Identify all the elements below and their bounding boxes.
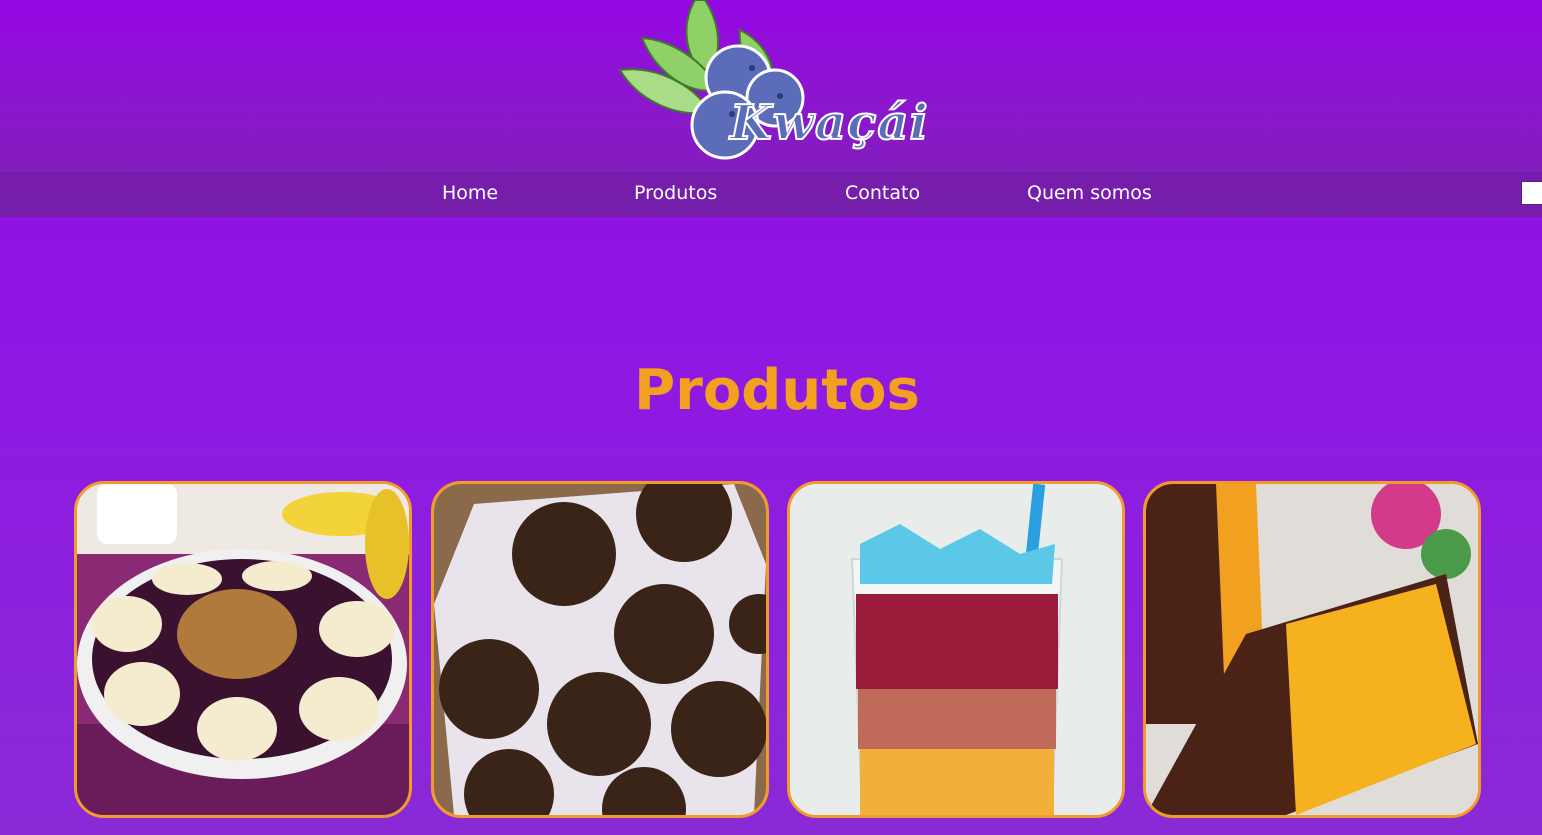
popsicles-image (1146, 484, 1478, 815)
section-title-produtos: Produtos (634, 358, 920, 423)
product-card-drink[interactable] (787, 481, 1125, 818)
brigadeiros-image (434, 484, 766, 815)
acai-bowl-image (77, 484, 409, 815)
nav-item-contato[interactable]: Contato (845, 182, 920, 204)
nav-item-quem-somos[interactable]: Quem somos (1027, 182, 1152, 204)
product-card-acai-bowl[interactable] (74, 481, 412, 818)
brand-logo[interactable]: Kwaçái (600, 0, 950, 170)
menu-toggle-box[interactable] (1521, 181, 1542, 205)
product-card-popsicles[interactable] (1143, 481, 1481, 818)
nav-item-home[interactable]: Home (442, 182, 498, 204)
logo-text: Kwaçái (729, 94, 929, 152)
nav-item-produtos[interactable]: Produtos (634, 182, 717, 204)
product-card-brigadeiros[interactable] (431, 481, 769, 818)
main-nav (0, 172, 1542, 217)
layered-drink-image (790, 484, 1122, 815)
